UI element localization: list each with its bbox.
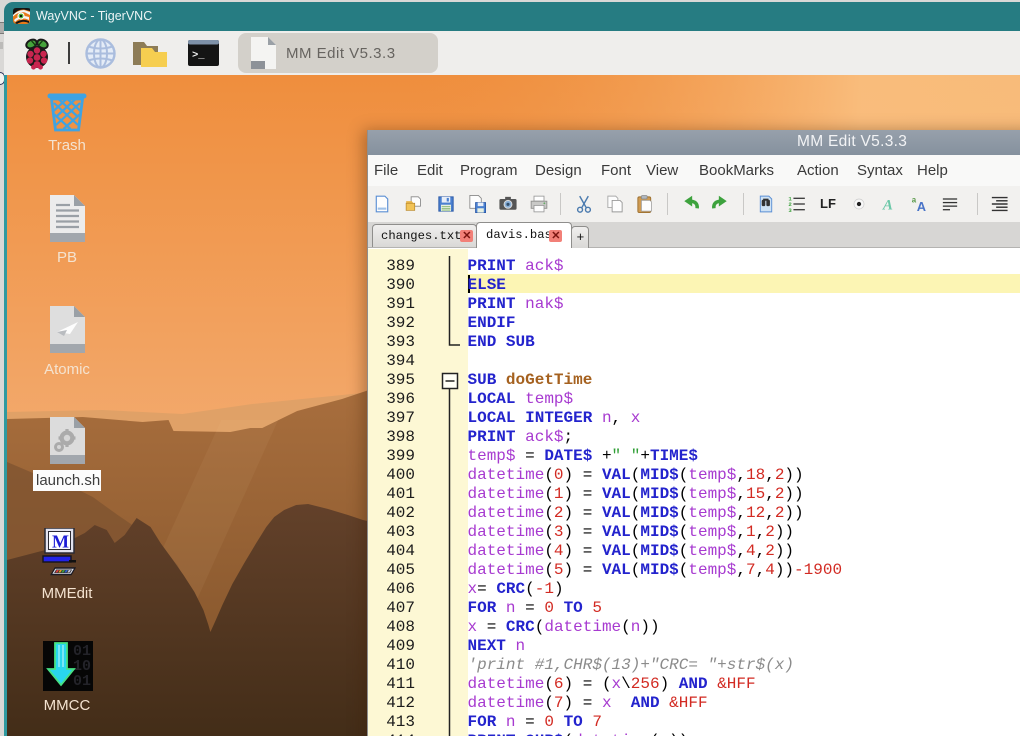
svg-text:01: 01 [73,673,91,690]
svg-text:A: A [917,199,926,214]
svg-text:3: 3 [788,207,792,214]
svg-text:a: a [912,196,917,205]
svg-text:A: A [882,198,893,214]
svg-text:>_: >_ [192,50,205,62]
svg-text:M: M [52,532,69,552]
